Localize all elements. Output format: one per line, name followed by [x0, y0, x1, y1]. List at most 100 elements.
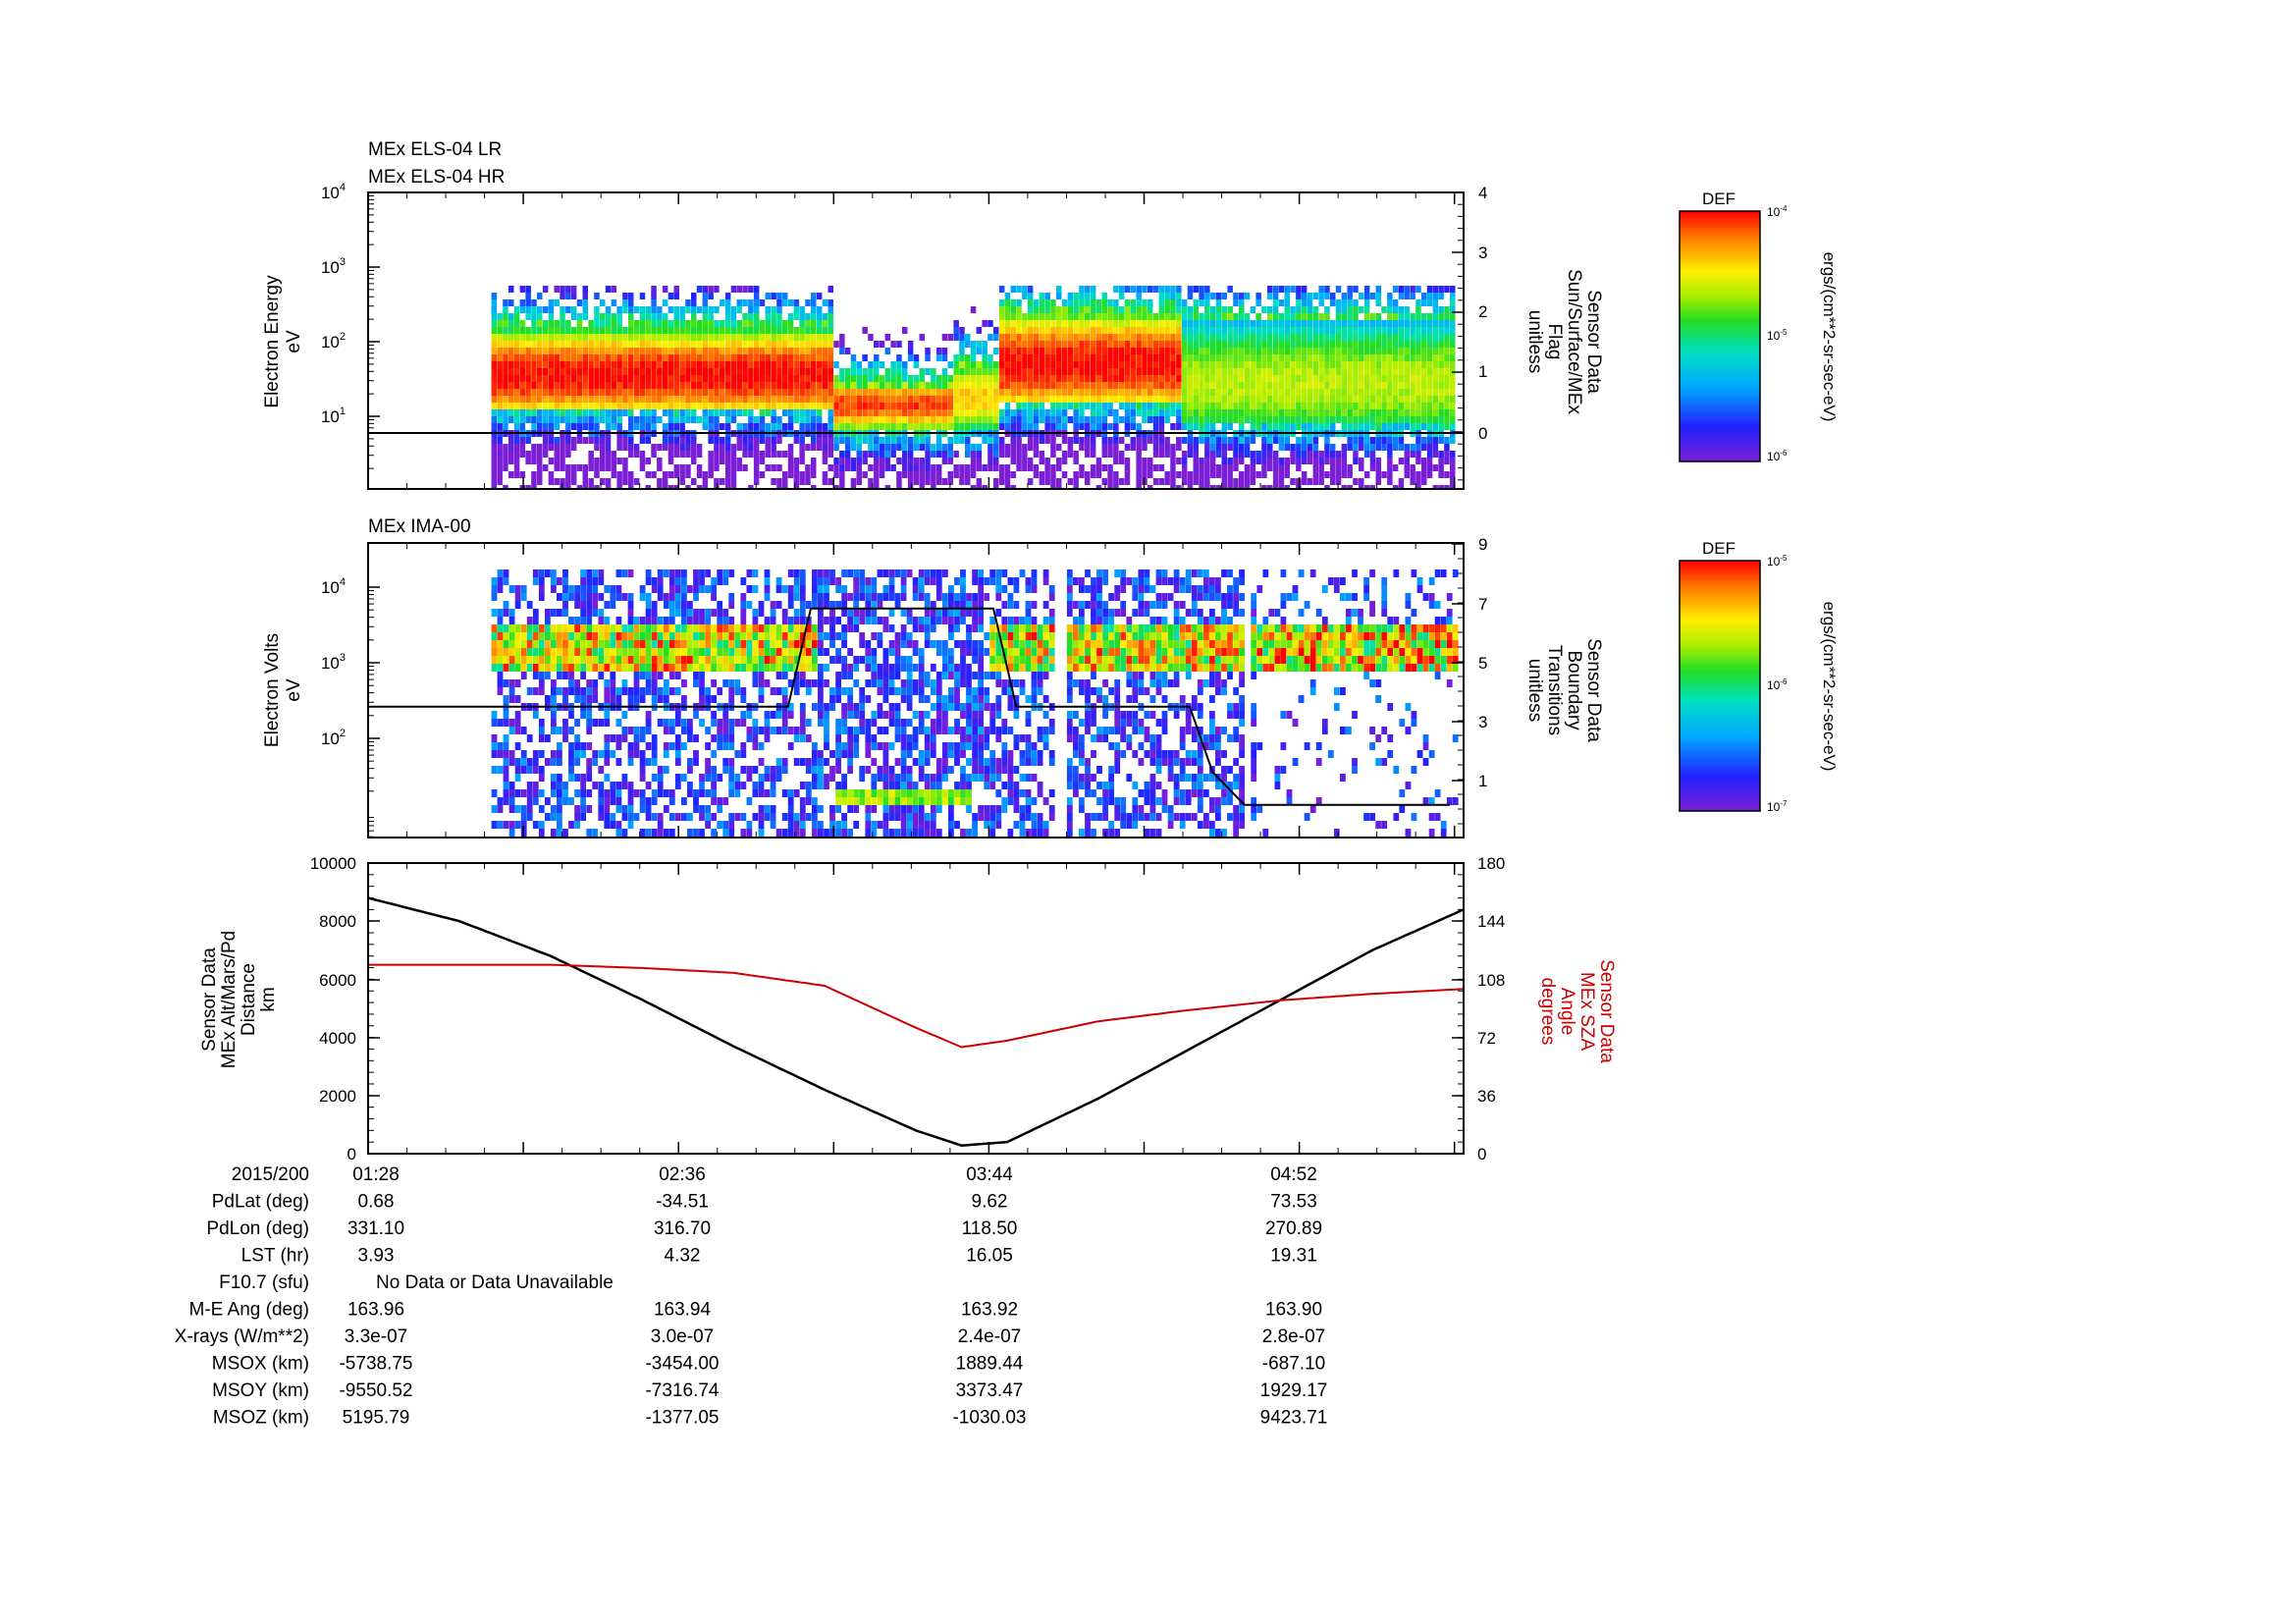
els-heat-cell: [856, 471, 862, 478]
els-heat-cell: [839, 348, 845, 354]
els-heat-cell: [616, 375, 622, 382]
els-heat-cell: [753, 423, 760, 430]
els-heat-cell: [1209, 320, 1216, 327]
els-heat-cell: [1152, 464, 1159, 471]
els-heat-cell: [1278, 334, 1285, 341]
els-heat-cell: [1244, 444, 1251, 451]
els-heat-cell: [890, 409, 896, 416]
els-heat-cell: [1010, 423, 1016, 430]
els-heat-cell: [1073, 382, 1079, 389]
els-heat-cell: [1438, 416, 1444, 423]
els-heat-cell: [1359, 437, 1364, 444]
els-heat-cell: [793, 341, 800, 348]
els-heat-cell: [639, 416, 646, 423]
ima-heat-cell: [604, 774, 611, 782]
els-heat-cell: [753, 396, 760, 403]
ima-heat-cell: [520, 766, 527, 774]
els-heat-cell: [1421, 403, 1427, 409]
els-heat-cell: [1181, 299, 1188, 306]
els-heat-cell: [1181, 403, 1188, 409]
els-heat-cell: [605, 444, 612, 451]
els-heat-cell: [1221, 348, 1227, 354]
els-heat-cell: [651, 334, 657, 341]
els-heat-cell: [970, 458, 977, 464]
els-heat-cell: [1039, 375, 1045, 382]
els-heat-cell: [565, 341, 571, 348]
els-heat-cell: [1284, 334, 1290, 341]
ima-heat-cell: [532, 609, 539, 617]
els-heat-cell: [805, 375, 811, 382]
ima-heat-cell: [598, 797, 605, 805]
els-heat-cell: [611, 348, 617, 354]
els-heat-cell: [816, 396, 823, 403]
els-heat-cell: [1272, 354, 1279, 361]
els-heat-cell: [1039, 478, 1045, 485]
els-heat-cell: [1033, 341, 1040, 348]
els-heat-cell: [1209, 293, 1216, 299]
els-heat-cell: [1044, 299, 1050, 306]
ima-heat-cell: [693, 609, 699, 617]
els-heat-cell: [714, 423, 720, 430]
els-heat-cell: [1209, 348, 1216, 354]
els-heat-cell: [1363, 354, 1370, 361]
els-heat-cell: [1158, 293, 1165, 299]
els-heat-cell: [651, 409, 657, 416]
els-heat-cell: [531, 478, 537, 485]
els-heat-cell: [1330, 478, 1336, 485]
els-heat-cell: [982, 464, 988, 471]
ima-heat-cell: [687, 585, 693, 593]
els-heat-cell: [1148, 375, 1153, 382]
ima-heat-cell: [562, 577, 568, 585]
els-heat-cell: [542, 382, 549, 389]
els-heat-cell: [554, 389, 560, 396]
els-heat-cell: [685, 444, 691, 451]
els-heat-cell: [959, 368, 965, 375]
els-heat-cell: [508, 437, 514, 444]
els-heat-cell: [588, 423, 594, 430]
els-heat-cell: [1410, 464, 1415, 471]
els-heat-cell: [491, 306, 498, 313]
els-heat-cell: [1330, 382, 1336, 389]
ima-heat-cell: [610, 672, 616, 679]
els-heat-cell: [884, 437, 891, 444]
els-heat-cell: [1204, 423, 1210, 430]
els-heat-cell: [1353, 423, 1359, 430]
els-heat-cell: [993, 423, 999, 430]
els-heat-cell: [1016, 327, 1022, 334]
els-heat-cell: [600, 403, 606, 409]
els-heat-cell: [998, 409, 1005, 416]
els-heat-cell: [947, 471, 953, 478]
els-heat-cell: [531, 416, 537, 423]
els-heat-cell: [805, 313, 811, 320]
els-heat-cell: [1118, 368, 1125, 375]
els-heat-cell: [724, 403, 731, 409]
els-heat-cell: [822, 382, 828, 389]
els-heat-cell: [1307, 437, 1313, 444]
els-heat-cell: [1199, 375, 1204, 382]
els-heat-cell: [1107, 437, 1113, 444]
els-heat-cell: [850, 437, 857, 444]
els-heat-cell: [1415, 320, 1421, 327]
els-heat-cell: [1404, 409, 1410, 416]
els-heat-cell: [896, 396, 902, 403]
els-heat-cell: [839, 478, 845, 485]
els-heat-cell: [753, 293, 760, 299]
els-heat-cell: [1330, 464, 1336, 471]
els-heat-cell: [1199, 334, 1204, 341]
els-heat-cell: [1284, 403, 1290, 409]
els-heat-cell: [919, 368, 925, 375]
els-heat-cell: [560, 341, 565, 348]
els-heat-cell: [651, 382, 657, 389]
els-heat-cell: [1164, 286, 1170, 293]
els-heat-cell: [1301, 313, 1308, 320]
els-heat-cell: [565, 334, 571, 341]
ima-heat-cell: [562, 593, 568, 601]
els-heat-cell: [1381, 409, 1387, 416]
els-heat-cell: [862, 389, 868, 396]
els-heat-cell: [1398, 368, 1405, 375]
ima-heat-cell: [551, 727, 557, 734]
els-heat-cell: [1450, 299, 1456, 306]
els-heat-cell: [605, 423, 612, 430]
els-heat-cell: [1209, 327, 1216, 334]
els-heat-cell: [1044, 464, 1050, 471]
